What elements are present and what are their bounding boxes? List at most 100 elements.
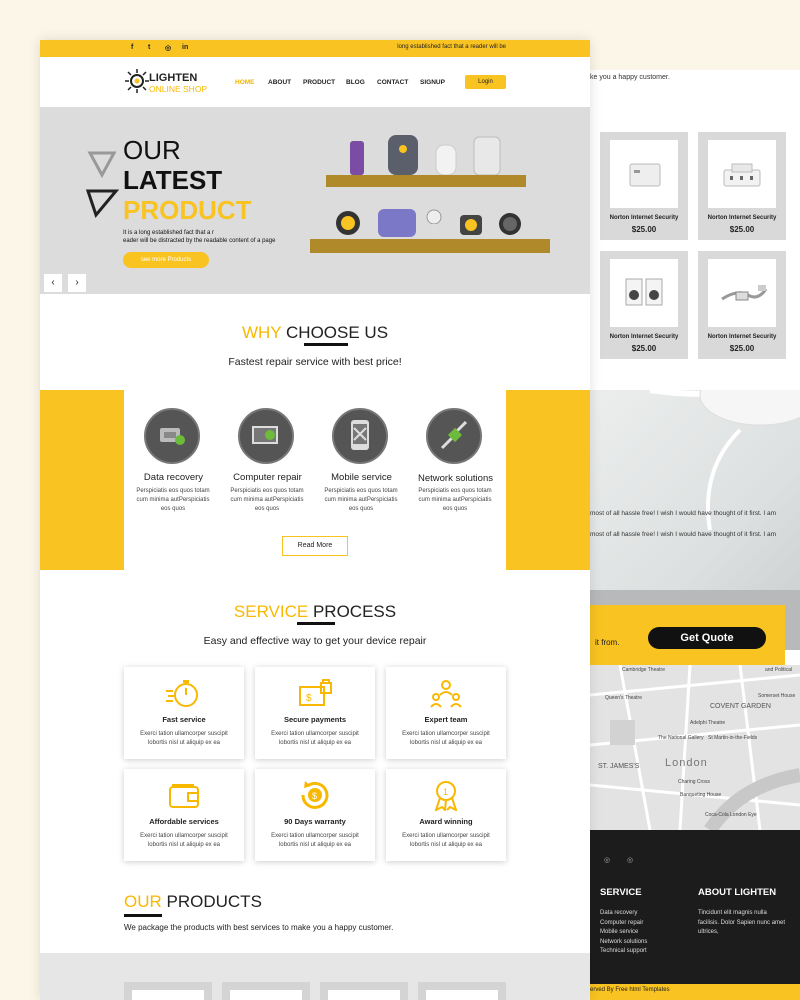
see-more-products-button[interactable]: see more Products <box>123 252 209 268</box>
product-image <box>610 259 678 327</box>
feature-description: Perspiciatis eos quos totam cum minima a… <box>136 488 210 512</box>
slider-prev-button[interactable]: ‹ <box>44 274 62 292</box>
bulb-logo-icon <box>125 69 149 93</box>
process-card: $ Secure payments Exerci tation ullamcor… <box>255 667 375 759</box>
footer-service-title: SERVICE <box>600 887 642 898</box>
feature-description: Perspiciatis eos quos totam cum minima a… <box>418 488 492 512</box>
linkedin-icon[interactable]: in <box>182 44 188 51</box>
map-label: COVENT GARDEN <box>710 703 771 710</box>
product-price: $25.00 <box>729 225 755 234</box>
hero-description: It is a long established fact that a r <box>123 230 215 236</box>
nav-signup[interactable]: SIGNUP <box>420 79 445 86</box>
map-label: ST. JAMES'S <box>598 763 640 770</box>
process-card: 1 Award winning Exerci tation ullamcorpe… <box>386 769 506 861</box>
product-card[interactable] <box>222 982 310 1000</box>
why-subtitle: Fastest repair service with best price! <box>228 356 402 368</box>
process-title-accent: SERVICE <box>233 602 309 621</box>
title-underline <box>304 343 348 346</box>
get-quote-button[interactable]: Get Quote <box>648 627 766 649</box>
why-section-title: WHY CHOOSE US <box>40 323 590 343</box>
wallet-icon <box>169 784 199 808</box>
products-subtitle: We package the products with best servic… <box>124 923 394 932</box>
nav-about[interactable]: ABOUT <box>268 79 291 86</box>
award-ribbon-icon: 1 <box>434 781 458 811</box>
map-label: Queen's Theatre <box>605 695 642 701</box>
product-card[interactable]: Norton Internet Security $25.00 <box>698 132 786 240</box>
logo[interactable]: LIGHTEN ONLINE SHOP <box>124 66 224 98</box>
hero-slider: OUR LATEST PRODUCT It is a long establis… <box>40 107 590 294</box>
nav-contact[interactable]: CONTACT <box>377 79 408 86</box>
products-grid <box>40 953 590 1000</box>
facebook-icon[interactable]: f <box>131 44 133 51</box>
nav-home[interactable]: HOME <box>235 79 255 86</box>
svg-text:$: $ <box>306 693 312 704</box>
top-bar: f t ◎ in long established fact that a re… <box>40 40 590 57</box>
testimonial-quote: most of all hassle free! I wish I would … <box>590 531 777 538</box>
map-label: Cambridge Theatre <box>622 667 665 673</box>
secure-payment-icon: $ <box>299 679 332 706</box>
footer: ◎ ◎ SERVICE Data recovery Computer repai… <box>590 830 800 1000</box>
map-label: Charing Cross <box>678 779 710 785</box>
map-label: London <box>665 757 708 769</box>
product-card[interactable] <box>418 982 506 1000</box>
data-recovery-icon <box>144 408 200 464</box>
background-page: ke you a happy customer. Norton Internet… <box>590 70 800 1000</box>
product-name: Norton Internet Security <box>609 334 679 340</box>
products-title-accent: OUR <box>124 892 162 911</box>
process-title-main: PROCESS <box>312 602 397 621</box>
footer-link[interactable]: Data recovery <box>600 909 647 919</box>
hero-title-line3: PRODUCT <box>123 195 252 225</box>
title-underline <box>124 914 162 917</box>
footer-about-text: Tincidunt elit magnis nulla facilisis. D… <box>698 910 786 935</box>
login-button[interactable]: Login <box>465 75 506 89</box>
navbar: LIGHTEN ONLINE SHOP HOME ABOUT PRODUCT B… <box>40 57 590 107</box>
process-subtitle: Easy and effective way to get your devic… <box>203 635 427 647</box>
twitter-icon[interactable]: t <box>148 44 150 51</box>
product-card[interactable] <box>320 982 408 1000</box>
process-card-description: Exerci tation ullamcorper suscipit lobor… <box>402 731 490 746</box>
logo-brand: LIGHTEN <box>149 72 198 84</box>
process-card-description: Exerci tation ullamcorper suscipit lobor… <box>140 833 228 848</box>
product-name: Norton Internet Security <box>609 215 679 221</box>
read-more-button[interactable]: Read More <box>282 536 348 556</box>
feature-title: Computer repair <box>233 472 302 483</box>
product-name: Norton Internet Security <box>707 215 777 221</box>
instagram-icon[interactable]: ◎ <box>627 856 633 864</box>
footer-link[interactable]: Computer repair <box>600 919 647 929</box>
warranty-icon: $ <box>301 781 329 809</box>
product-card[interactable]: Norton Internet Security $25.00 <box>698 251 786 359</box>
footer-link[interactable]: Network solutions <box>600 938 647 948</box>
testimonial-quote: most of all hassle free! I wish I would … <box>590 510 777 517</box>
network-solutions-icon <box>426 408 482 464</box>
process-card-title: Fast service <box>162 715 206 724</box>
feature-title: Mobile service <box>331 472 392 483</box>
product-image <box>708 259 776 327</box>
map-label: St Martin-in-the-Fields <box>708 735 758 741</box>
map-label: The National Gallery <box>658 735 704 741</box>
instagram-icon[interactable]: ◎ <box>165 44 171 52</box>
hero-description: eader will be distracted by the readable… <box>123 238 276 244</box>
footer-link[interactable]: Technical support <box>600 947 647 957</box>
nav-product[interactable]: PRODUCT <box>303 79 335 86</box>
map[interactable]: Cambridge Theatre and Political Queen's … <box>590 665 800 830</box>
product-card[interactable] <box>124 982 212 1000</box>
nav-blog[interactable]: BLOG <box>346 79 365 86</box>
process-section-title: SERVICE PROCESS <box>40 602 590 622</box>
hero-title-line1: OUR <box>123 135 181 165</box>
instagram-icon[interactable]: ◎ <box>604 856 610 864</box>
slider-next-button[interactable]: › <box>68 274 86 292</box>
copyright-text: erved By Free html Templates <box>590 987 670 993</box>
why-title-accent: WHY <box>241 323 282 342</box>
quote-banner: it from. Get Quote <box>590 605 785 665</box>
quote-banner-text: it from. <box>595 638 620 647</box>
mobile-service-icon <box>332 408 388 464</box>
process-card-title: Secure payments <box>283 715 347 724</box>
footer-link[interactable]: Mobile service <box>600 928 647 938</box>
product-image <box>610 140 678 208</box>
product-card[interactable]: Norton Internet Security $25.00 <box>600 251 688 359</box>
map-label: Somerset House <box>758 693 796 699</box>
product-card[interactable]: Norton Internet Security $25.00 <box>600 132 688 240</box>
product-image <box>708 140 776 208</box>
process-card-title: Affordable services <box>149 817 219 826</box>
product-price: $25.00 <box>729 344 755 353</box>
